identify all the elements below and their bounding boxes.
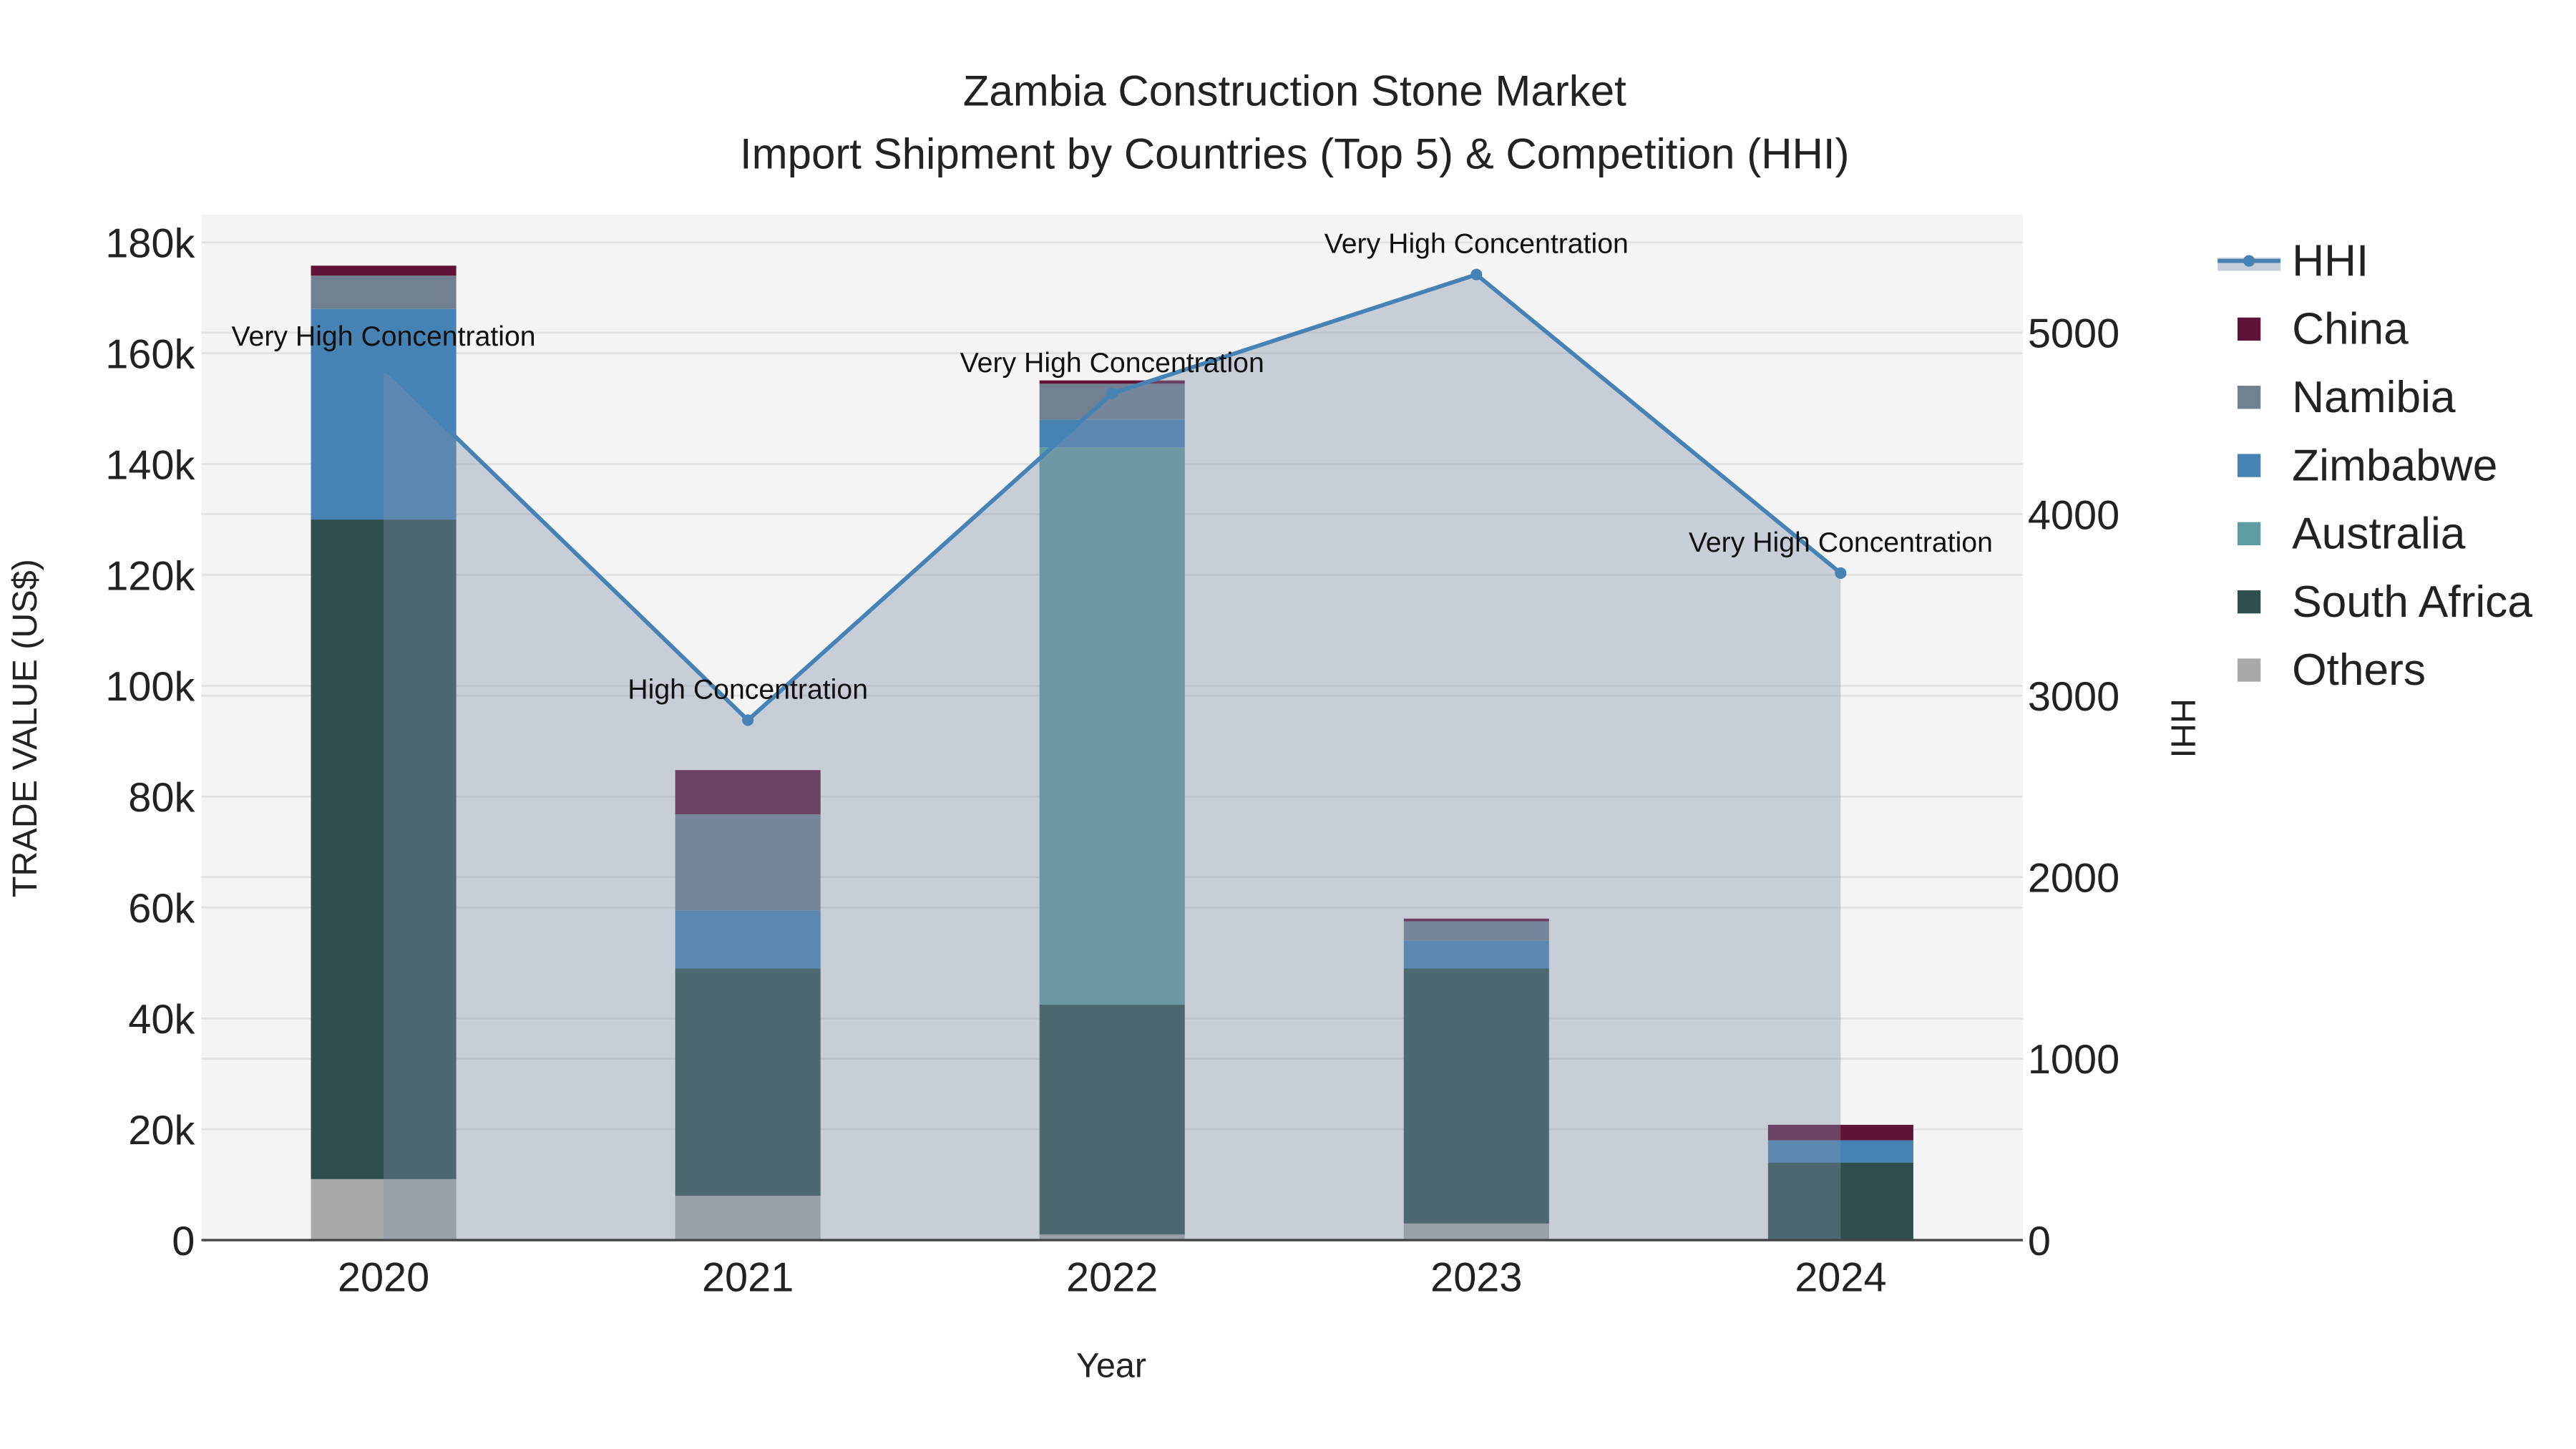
legend-swatch-icon — [2237, 317, 2261, 341]
x-tick-label: 2024 — [1795, 1255, 1886, 1301]
legend-label: HHI — [2292, 236, 2368, 286]
y-axis-ticks: 0 20k 40k 60k 80k 100k 120k 140k 160k 180k — [105, 221, 195, 1264]
legend-swatch-icon — [2237, 522, 2261, 545]
legend-item-south-africa: South Africa — [2237, 577, 2532, 627]
legend-label: South Africa — [2292, 577, 2532, 627]
legend-swatch-icon — [2237, 386, 2261, 409]
legend-label: China — [2292, 305, 2409, 354]
chart-title-line1: Zambia Construction Stone Market — [963, 67, 1626, 115]
y-tick-label: 180k — [105, 221, 195, 267]
legend-swatch-icon — [2237, 590, 2261, 614]
hhi-annotation: High Concentration — [628, 673, 868, 705]
legend-item-others: Others — [2237, 645, 2426, 695]
chart: 0 20k 40k 60k 80k 100k 120k 140k 160k 180k 0 1000 2… — [6, 67, 2533, 1385]
chart-title-line2: Import Shipment by Countries (Top 5) & C… — [740, 130, 1850, 177]
y2-axis-title: HHI — [2164, 698, 2202, 758]
y2-tick-label: 1000 — [2028, 1037, 2119, 1083]
legend-item-hhi: HHI — [2218, 236, 2368, 286]
legend-label: Zimbabwe — [2292, 441, 2497, 490]
y-axis-title: TRADE VALUE (US$) — [6, 559, 44, 897]
y-tick-label: 140k — [105, 442, 195, 488]
legend-label: Australia — [2292, 509, 2466, 559]
y2-tick-label: 5000 — [2028, 311, 2119, 357]
y-tick-label: 120k — [105, 553, 195, 599]
hhi-annotation: Very High Concentration — [1324, 228, 1629, 260]
y-tick-label: 80k — [128, 775, 195, 821]
legend-item-china: China — [2237, 305, 2409, 354]
legend-swatch-icon — [2237, 454, 2261, 477]
x-tick-label: 2023 — [1430, 1255, 1522, 1301]
bar-china — [311, 265, 457, 276]
x-tick-label: 2021 — [702, 1255, 794, 1301]
legend-item-namibia: Namibia — [2237, 373, 2456, 422]
bar-namibia — [311, 275, 457, 309]
hhi-point — [1106, 387, 1118, 399]
hhi-point — [1835, 567, 1847, 580]
y-tick-label: 60k — [128, 886, 195, 932]
legend-label: Others — [2292, 645, 2426, 695]
legend: HHI China Namibia Zimbabwe Australia South Af… — [2218, 236, 2532, 695]
legend-item-zimbabwe: Zimbabwe — [2237, 441, 2497, 490]
legend-item-australia: Australia — [2237, 509, 2466, 559]
y-tick-label: 0 — [172, 1219, 195, 1264]
y-tick-label: 20k — [128, 1108, 195, 1153]
y-tick-label: 40k — [128, 997, 195, 1043]
hhi-point — [378, 361, 390, 374]
x-tick-label: 2022 — [1066, 1255, 1158, 1301]
y2-tick-label: 2000 — [2028, 856, 2119, 902]
hhi-annotation: Very High Concentration — [1689, 527, 1993, 558]
y2-tick-label: 0 — [2028, 1219, 2051, 1264]
legend-label: Namibia — [2292, 373, 2456, 422]
y2-tick-label: 3000 — [2028, 674, 2119, 720]
y-tick-label: 100k — [105, 664, 195, 710]
hhi-annotation: Very High Concentration — [232, 321, 536, 352]
y2-axis-ticks: 0 1000 2000 3000 4000 5000 — [2028, 311, 2119, 1264]
legend-hhi-marker-icon — [2243, 255, 2255, 267]
x-tick-label: 2020 — [338, 1255, 429, 1301]
legend-swatch-icon — [2237, 658, 2261, 682]
y2-tick-label: 4000 — [2028, 492, 2119, 538]
y-tick-label: 160k — [105, 331, 195, 377]
x-axis-title: Year — [1076, 1347, 1146, 1385]
x-axis-ticks: 2020 2021 2022 2023 2024 — [338, 1255, 1887, 1301]
hhi-annotation: Very High Concentration — [960, 347, 1264, 379]
hhi-point — [742, 714, 754, 726]
hhi-point — [1470, 268, 1483, 280]
